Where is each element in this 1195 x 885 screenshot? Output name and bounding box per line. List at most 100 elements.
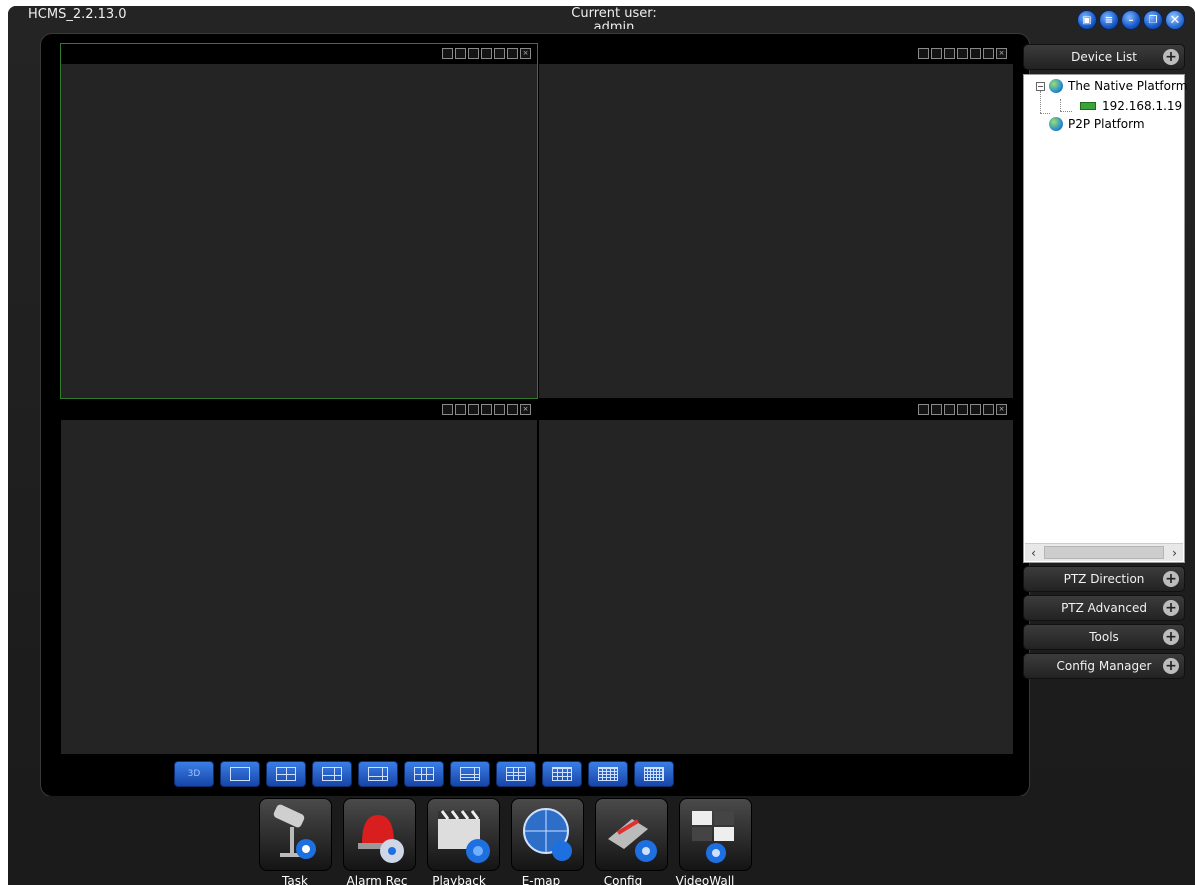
video-pane-4[interactable]: × — [539, 400, 1013, 754]
globe-icon — [1049, 79, 1063, 93]
audio-icon[interactable] — [983, 404, 994, 415]
layout-6-button[interactable] — [312, 761, 352, 787]
audio-icon[interactable] — [983, 48, 994, 59]
tools-header[interactable]: Tools + — [1023, 624, 1185, 650]
expand-icon: + — [1163, 629, 1179, 645]
horizontal-scrollbar[interactable]: ‹ › — [1025, 543, 1183, 561]
video-pane-3[interactable]: × — [61, 400, 537, 754]
scroll-right-icon[interactable]: › — [1166, 546, 1183, 560]
task-label: E-map — [521, 874, 561, 885]
window-title: HCMS_2.2.13.0 — [28, 7, 127, 22]
task-button[interactable] — [343, 798, 416, 871]
emap-icon — [523, 808, 572, 861]
current-user: Current user: admin — [564, 7, 664, 29]
restore-icon[interactable]: ❐ — [1143, 10, 1163, 30]
record-icon[interactable] — [442, 404, 453, 415]
scroll-left-icon[interactable]: ‹ — [1025, 546, 1042, 560]
task-button[interactable] — [259, 798, 332, 871]
pane-toolbar: × — [918, 404, 1007, 415]
layout-1-button[interactable] — [220, 761, 260, 787]
layout-8-button[interactable] — [358, 761, 398, 787]
scroll-thumb[interactable] — [1044, 546, 1164, 559]
talk-icon[interactable] — [957, 404, 968, 415]
record-icon[interactable] — [442, 48, 453, 59]
ptz-icon[interactable] — [468, 404, 479, 415]
layout-3d-label: 3D — [187, 769, 201, 779]
camera-icon — [273, 804, 316, 859]
layout-9-button[interactable] — [404, 761, 444, 787]
task-button[interactable] — [679, 798, 752, 871]
zoom-icon[interactable] — [970, 404, 981, 415]
close-pane-icon[interactable]: × — [520, 404, 531, 415]
tree-item-native-platform[interactable]: − The Native Platform — [1036, 79, 1187, 93]
ptz-icon[interactable] — [468, 48, 479, 59]
app-window: HCMS_2.2.13.0 Current user: admin ▣ ≡ – … — [8, 6, 1195, 885]
expand-icon: + — [1163, 658, 1179, 674]
task-button[interactable] — [427, 798, 500, 871]
layout-8-icon — [368, 767, 388, 781]
current-user-name: admin — [593, 20, 635, 30]
talk-icon[interactable] — [481, 48, 492, 59]
tree-item-label: The Native Platform — [1068, 79, 1188, 93]
snapshot-icon[interactable] — [931, 48, 942, 59]
globe-icon — [1049, 117, 1063, 131]
config-icon — [608, 819, 657, 862]
device-icon — [1080, 102, 1096, 110]
task-button[interactable] — [595, 798, 668, 871]
close-pane-icon[interactable]: × — [520, 48, 531, 59]
current-user-label: Current user: — [571, 7, 657, 21]
layout-25-icon — [598, 767, 618, 781]
record-icon[interactable] — [918, 48, 929, 59]
layout-4-icon — [276, 767, 296, 781]
lock-icon[interactable]: ▣ — [1077, 10, 1097, 30]
audio-icon[interactable] — [507, 404, 518, 415]
ptz-icon[interactable] — [944, 404, 955, 415]
video-pane-2[interactable]: × — [539, 44, 1013, 398]
section-label: PTZ Direction — [1063, 572, 1145, 586]
task-button[interactable] — [511, 798, 584, 871]
task-label: Config — [603, 874, 643, 885]
talk-icon[interactable] — [957, 48, 968, 59]
log-icon[interactable]: ≡ — [1099, 10, 1119, 30]
layout-16-icon — [552, 767, 572, 781]
zoom-icon[interactable] — [494, 48, 505, 59]
device-tree: − The Native Platform 192.168.1.19 P2P P… — [1023, 74, 1187, 563]
task-label: Task — [282, 874, 308, 885]
minimize-icon[interactable]: – — [1121, 10, 1141, 30]
layout-3d-button[interactable]: 3D — [174, 761, 214, 787]
panel-sections: PTZ Direction + PTZ Advanced + Tools + C… — [1023, 566, 1185, 679]
config-manager-header[interactable]: Config Manager + — [1023, 653, 1185, 679]
tree-item-label: P2P Platform — [1068, 117, 1145, 131]
ptz-advanced-header[interactable]: PTZ Advanced + — [1023, 595, 1185, 621]
close-pane-icon[interactable]: × — [996, 48, 1007, 59]
device-list-header[interactable]: Device List + — [1023, 44, 1185, 70]
task-label: VideoWall — [675, 874, 735, 885]
tree-item-device[interactable]: 192.168.1.19 — [1080, 99, 1182, 113]
tree-item-p2p-platform[interactable]: P2P Platform — [1049, 117, 1145, 131]
snapshot-icon[interactable] — [931, 404, 942, 415]
snapshot-icon[interactable] — [455, 48, 466, 59]
layout-13-button[interactable] — [496, 761, 536, 787]
video-pane-1[interactable]: × — [60, 43, 538, 399]
record-icon[interactable] — [918, 404, 929, 415]
collapse-icon[interactable]: − — [1036, 81, 1045, 91]
zoom-icon[interactable] — [494, 404, 505, 415]
close-icon[interactable]: ✕ — [1165, 10, 1185, 30]
layout-10-button[interactable] — [450, 761, 490, 787]
section-label: PTZ Advanced — [1061, 601, 1147, 615]
expand-icon: + — [1163, 600, 1179, 616]
task-label: Playback — [432, 874, 486, 885]
close-pane-icon[interactable]: × — [996, 404, 1007, 415]
playback-icon — [438, 810, 490, 863]
layout-4-button[interactable] — [266, 761, 306, 787]
layout-36-button[interactable] — [634, 761, 674, 787]
layout-16-button[interactable] — [542, 761, 582, 787]
ptz-direction-header[interactable]: PTZ Direction + — [1023, 566, 1185, 592]
zoom-icon[interactable] — [970, 48, 981, 59]
alarm-icon — [358, 815, 404, 863]
layout-25-button[interactable] — [588, 761, 628, 787]
snapshot-icon[interactable] — [455, 404, 466, 415]
audio-icon[interactable] — [507, 48, 518, 59]
talk-icon[interactable] — [481, 404, 492, 415]
ptz-icon[interactable] — [944, 48, 955, 59]
